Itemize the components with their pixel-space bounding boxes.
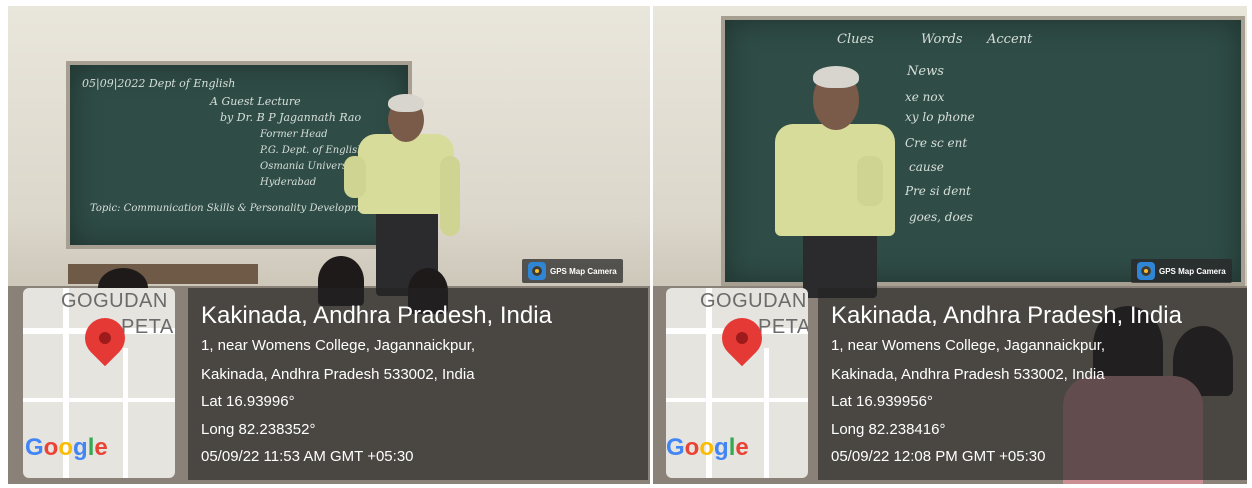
board-text-line: xy lo phone: [905, 110, 975, 124]
gps-camera-badge: GPS Map Camera: [522, 259, 623, 283]
gps-camera-label: GPS Map Camera: [550, 266, 617, 276]
board-text-line: Words: [921, 32, 963, 47]
address-line-1: 1, near Womens College, Jagannaickpur,: [201, 337, 476, 354]
gps-camera-icon: [1137, 262, 1155, 280]
board-text-line: 05|09|2022 Dept of English: [82, 77, 236, 90]
longitude: Long 82.238352°: [201, 421, 316, 438]
gps-camera-label: GPS Map Camera: [1159, 266, 1226, 276]
google-logo: Google: [25, 434, 108, 461]
board-text-line: Cre sc ent: [905, 136, 968, 150]
map-label: GOGUDAN: [61, 290, 168, 312]
location-map: GOGUDAN PETA Google: [23, 288, 175, 478]
photo-right: Clues Words Accent News xe nox xy lo pho…: [653, 6, 1247, 484]
timestamp: 05/09/22 12:08 PM GMT +05:30: [831, 448, 1046, 465]
photo-left: 05|09|2022 Dept of English A Guest Lectu…: [8, 6, 650, 484]
board-text-line: xe nox: [905, 90, 945, 104]
board-text-line: Accent: [987, 32, 1033, 47]
board-text-line: Pre si dent: [905, 184, 971, 198]
location-title: Kakinada, Andhra Pradesh, India: [831, 302, 1182, 329]
board-text-line: Clues: [837, 32, 874, 47]
gps-camera-icon: [528, 262, 546, 280]
board-text-line: P.G. Dept. of English: [260, 145, 364, 156]
address-line-2: Kakinada, Andhra Pradesh 533002, India: [201, 366, 475, 383]
location-map: GOGUDAN PETA Google: [666, 288, 808, 478]
latitude: Lat 16.93996°: [201, 393, 295, 410]
board-text-line: Hyderabad: [260, 177, 317, 188]
map-label: PETA: [758, 316, 808, 338]
google-logo: Google: [666, 434, 749, 461]
map-label: PETA: [121, 316, 174, 338]
board-text-line: Topic: Communication Skills & Personalit…: [90, 203, 377, 214]
gps-camera-badge: GPS Map Camera: [1131, 259, 1232, 283]
latitude: Lat 16.939956°: [831, 393, 933, 410]
teacher-desk: [68, 264, 258, 284]
board-text-line: by Dr. B P Jagannath Rao: [220, 111, 362, 124]
board-text-line: goes, does: [909, 210, 973, 224]
address-line-1: 1, near Womens College, Jagannaickpur,: [831, 337, 1106, 354]
board-text-line: A Guest Lecture: [210, 95, 301, 108]
timestamp: 05/09/22 11:53 AM GMT +05:30: [201, 448, 414, 465]
longitude: Long 82.238416°: [831, 421, 946, 438]
board-text-line: News: [907, 64, 944, 79]
map-label: GOGUDAN: [700, 290, 807, 312]
board-text-line: Former Head: [260, 129, 328, 140]
location-title: Kakinada, Andhra Pradesh, India: [201, 302, 552, 329]
address-line-2: Kakinada, Andhra Pradesh 533002, India: [831, 366, 1105, 383]
board-text-line: cause: [909, 160, 944, 174]
